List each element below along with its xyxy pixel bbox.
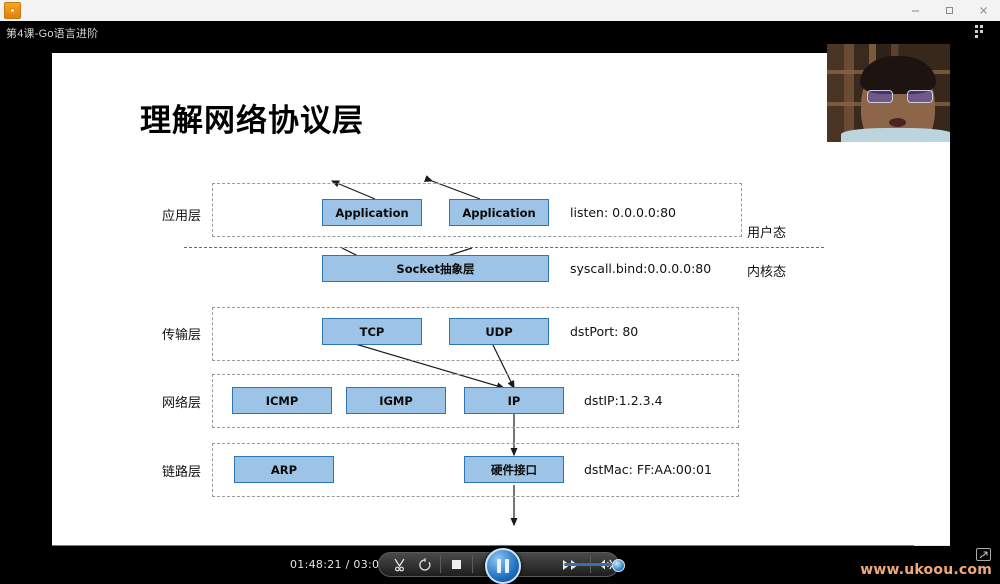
pause-button[interactable] bbox=[485, 548, 521, 584]
layer-label-application: 应用层 bbox=[162, 209, 202, 224]
node-hardware-interface[interactable]: 硬件接口 bbox=[464, 456, 564, 483]
node-application-right[interactable]: Application bbox=[449, 199, 549, 226]
player-body: 第4课-Go语言进阶 理解网络协议层 应用层 Application Appli… bbox=[0, 21, 1000, 582]
layer-label-network: 网络层 bbox=[162, 396, 202, 411]
webcam-person-shirt bbox=[841, 128, 950, 142]
player-window: 第4课-Go语言进阶 理解网络协议层 应用层 Application Appli… bbox=[0, 0, 1000, 584]
note-syscall-bind: syscall.bind:0.0.0.0:80 bbox=[570, 261, 712, 276]
note-dst-mac: dstMac: FF:AA:00:01 bbox=[584, 462, 712, 477]
node-arp[interactable]: ARP bbox=[234, 456, 334, 483]
cut-marker-button[interactable] bbox=[387, 552, 412, 577]
node-application-left[interactable]: Application bbox=[322, 199, 422, 226]
node-ip[interactable]: IP bbox=[464, 387, 564, 414]
webcam-person-glasses bbox=[867, 90, 933, 103]
minimize-button[interactable] bbox=[898, 0, 932, 21]
instructor-webcam[interactable] bbox=[827, 44, 950, 142]
window-controls bbox=[898, 0, 1000, 21]
user-kernel-divider bbox=[184, 247, 824, 248]
window-titlebar bbox=[0, 0, 1000, 22]
slide-canvas[interactable]: 理解网络协议层 应用层 Application Application list… bbox=[52, 53, 950, 547]
divider bbox=[471, 556, 473, 573]
note-dst-port: dstPort: 80 bbox=[570, 324, 639, 339]
node-tcp[interactable]: TCP bbox=[322, 318, 422, 345]
node-socket-abstraction[interactable]: Socket抽象层 bbox=[322, 255, 549, 282]
layer-label-transport: 传输层 bbox=[162, 328, 202, 343]
mode-label-kernel: 内核态 bbox=[747, 265, 787, 280]
node-udp[interactable]: UDP bbox=[449, 318, 549, 345]
document-title: 第4课-Go语言进阶 bbox=[6, 28, 99, 40]
close-button[interactable] bbox=[966, 0, 1000, 21]
node-igmp[interactable]: IGMP bbox=[346, 387, 446, 414]
volume-slider-knob[interactable] bbox=[612, 559, 625, 572]
divider bbox=[439, 556, 441, 573]
site-watermark: www.ukoou.com bbox=[860, 562, 992, 578]
stop-button[interactable] bbox=[443, 552, 470, 577]
webcam-drag-handle-icon[interactable] bbox=[975, 25, 987, 38]
note-listen: listen: 0.0.0.0:80 bbox=[570, 205, 677, 220]
loop-refresh-button[interactable] bbox=[412, 552, 437, 577]
maximize-button[interactable] bbox=[932, 0, 966, 21]
mode-label-user: 用户态 bbox=[747, 226, 787, 241]
fullscreen-icon[interactable] bbox=[976, 548, 991, 561]
note-dst-ip: dstIP:1.2.3.4 bbox=[584, 393, 663, 408]
node-icmp[interactable]: ICMP bbox=[232, 387, 332, 414]
protocol-layer-diagram: 应用层 Application Application listen: 0.0.… bbox=[52, 53, 950, 547]
webcam-person-mouth bbox=[889, 118, 906, 127]
layer-label-link: 链路层 bbox=[162, 465, 202, 480]
app-icon bbox=[4, 2, 21, 19]
